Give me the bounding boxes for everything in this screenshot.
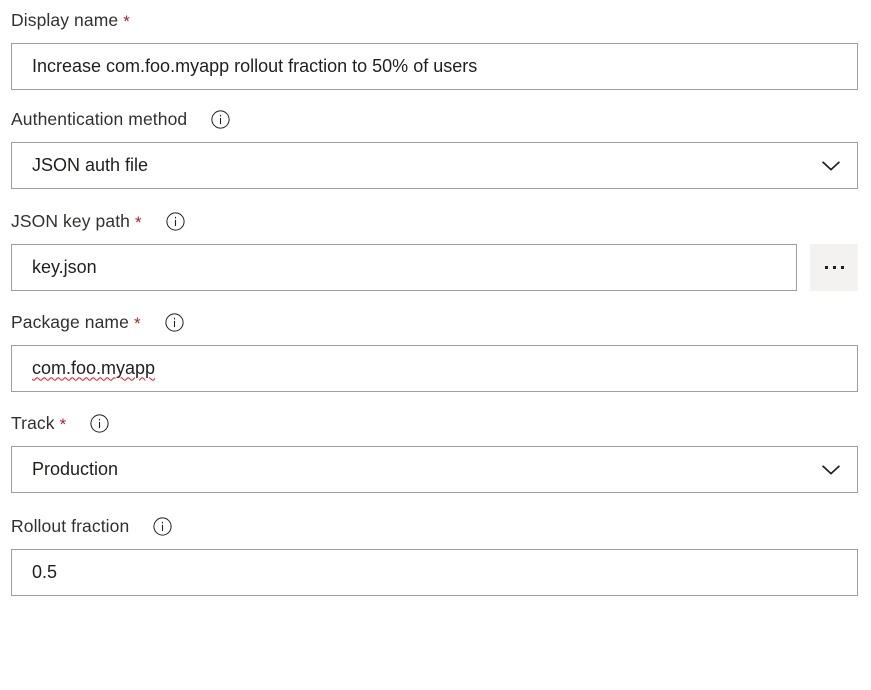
required-asterisk: * — [133, 313, 141, 333]
required-asterisk: * — [123, 11, 130, 31]
chevron-down-icon[interactable] — [822, 461, 840, 479]
track-select[interactable]: Production — [11, 446, 858, 493]
field-display-name: Display name * Increase com.foo.myapp ro… — [0, 6, 871, 90]
ellipsis-icon — [824, 266, 828, 269]
ellipsis-icon — [832, 266, 836, 269]
package-name-input[interactable]: com.foo.myapp — [11, 345, 858, 392]
label-text: Display name — [11, 9, 119, 30]
field-package-name: Package name * com.foo.myapp — [0, 308, 871, 392]
control-track: Production — [11, 446, 858, 493]
rollout-fraction-input[interactable]: 0.5 — [11, 549, 858, 596]
control-display-name: Increase com.foo.myapp rollout fraction … — [11, 43, 858, 90]
field-json-key-path: JSON key path * key.json — [0, 207, 871, 291]
label-text: Rollout fraction — [11, 515, 130, 536]
info-circle-icon[interactable] — [166, 211, 185, 231]
info-circle-icon[interactable] — [211, 109, 230, 129]
label-track: Track * — [11, 409, 858, 437]
json-key-path-value: key.json — [32, 256, 97, 277]
required-asterisk: * — [135, 212, 142, 232]
label-rollout-fraction: Rollout fraction — [11, 512, 858, 540]
field-authentication-method: Authentication method JSON auth file — [0, 105, 871, 189]
authentication-method-value: JSON auth file — [32, 155, 149, 175]
control-authentication-method: JSON auth file — [11, 142, 858, 189]
chevron-down-icon[interactable] — [822, 157, 840, 175]
label-package-name: Package name * — [11, 308, 858, 336]
label-display-name: Display name * — [11, 6, 858, 34]
google-play-release-form: Display name * Increase com.foo.myapp ro… — [0, 6, 871, 596]
control-json-key-path: key.json — [11, 244, 858, 291]
required-asterisk: * — [59, 414, 67, 434]
package-name-value: com.foo.myapp — [32, 357, 156, 378]
info-circle-icon[interactable] — [165, 312, 184, 332]
label-text: Package name — [11, 311, 129, 332]
rollout-fraction-value: 0.5 — [32, 561, 58, 582]
control-rollout-fraction: 0.5 — [11, 549, 858, 596]
display-name-input[interactable]: Increase com.foo.myapp rollout fraction … — [11, 43, 858, 90]
info-circle-icon[interactable] — [153, 516, 172, 536]
json-key-path-input[interactable]: key.json — [11, 244, 797, 291]
label-text: JSON key path — [11, 210, 130, 231]
label-authentication-method: Authentication method — [11, 105, 858, 133]
field-track: Track * Production — [0, 409, 871, 493]
field-rollout-fraction: Rollout fraction 0.5 — [0, 512, 871, 596]
display-name-value: Increase com.foo.myapp rollout fraction … — [32, 55, 478, 76]
info-circle-icon[interactable] — [90, 413, 109, 433]
authentication-method-select[interactable]: JSON auth file — [11, 142, 858, 189]
label-json-key-path: JSON key path * — [11, 207, 858, 235]
track-value: Production — [32, 459, 119, 479]
browse-file-button[interactable] — [810, 244, 858, 291]
control-package-name: com.foo.myapp — [11, 345, 858, 392]
ellipsis-icon — [840, 266, 844, 269]
label-text: Authentication method — [11, 108, 188, 129]
label-text: Track — [11, 412, 55, 433]
